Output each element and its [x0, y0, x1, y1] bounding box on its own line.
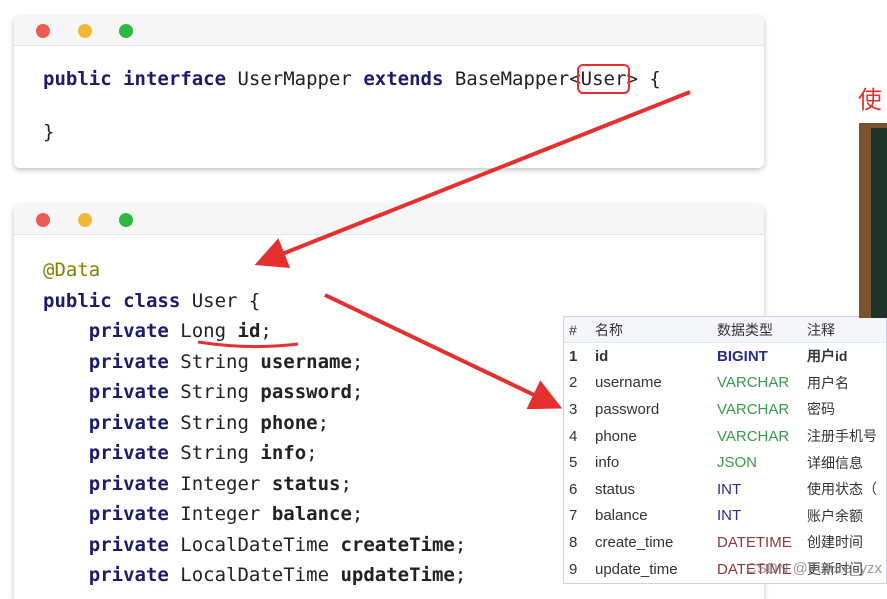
arrows-overlay	[197, 90, 691, 410]
arrow-mapper-to-entity	[254, 90, 691, 269]
id-underline	[197, 340, 299, 349]
arrow-entity-to-table	[324, 293, 563, 410]
